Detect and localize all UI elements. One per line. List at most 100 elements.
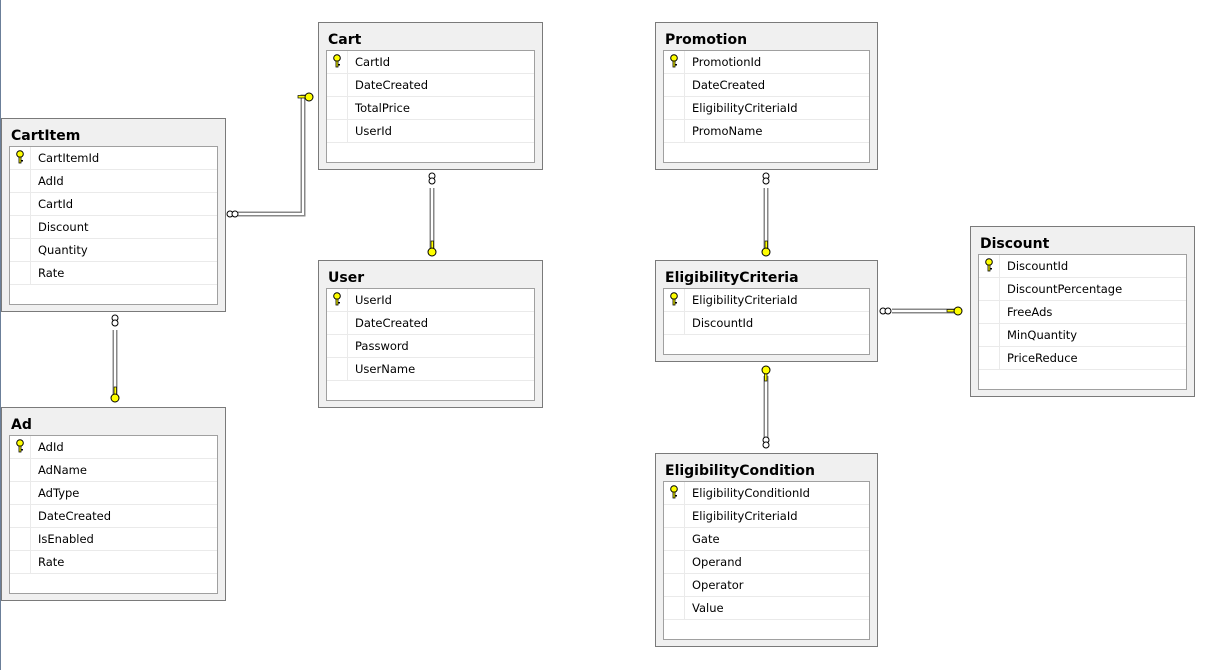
column-name: DateCreated bbox=[38, 509, 111, 523]
table-title[interactable]: EligibilityCondition bbox=[665, 463, 815, 479]
row-selector[interactable] bbox=[664, 289, 685, 311]
table-user[interactable]: User UserId DateCreated Password UserName bbox=[318, 260, 543, 408]
column-row[interactable]: AdId bbox=[10, 170, 217, 193]
row-selector[interactable] bbox=[664, 312, 685, 334]
column-row[interactable]: DiscountId bbox=[664, 312, 869, 335]
column-row[interactable]: AdType bbox=[10, 482, 217, 505]
row-selector[interactable] bbox=[10, 459, 31, 481]
row-selector[interactable] bbox=[10, 262, 31, 284]
row-selector[interactable] bbox=[664, 505, 685, 527]
column-name: Rate bbox=[38, 555, 65, 569]
row-selector[interactable] bbox=[10, 193, 31, 215]
column-row[interactable]: UserName bbox=[327, 358, 534, 381]
row-selector[interactable] bbox=[327, 335, 348, 357]
column-row[interactable]: EligibilityCriteriaId bbox=[664, 289, 869, 312]
row-selector[interactable] bbox=[327, 120, 348, 142]
table-ad[interactable]: Ad AdId AdName AdType DateCreated IsEnabled Ra… bbox=[1, 407, 226, 601]
row-selector[interactable] bbox=[10, 239, 31, 261]
table-title[interactable]: EligibilityCriteria bbox=[665, 270, 799, 286]
column-row[interactable]: PromoName bbox=[664, 120, 869, 143]
row-selector[interactable] bbox=[10, 528, 31, 550]
row-selector[interactable] bbox=[10, 505, 31, 527]
row-selector[interactable] bbox=[327, 97, 348, 119]
table-promotion[interactable]: Promotion PromotionId DateCreated Eligibili… bbox=[655, 22, 878, 170]
column-row[interactable]: Rate bbox=[10, 262, 217, 285]
table-discount[interactable]: Discount DiscountId DiscountPercentage Free… bbox=[970, 226, 1195, 397]
row-selector[interactable] bbox=[664, 74, 685, 96]
row-selector[interactable] bbox=[10, 170, 31, 192]
column-row[interactable]: EligibilityConditionId bbox=[664, 482, 869, 505]
column-row[interactable]: DateCreated bbox=[327, 312, 534, 335]
row-selector[interactable] bbox=[664, 597, 685, 619]
column-row[interactable]: CartId bbox=[327, 51, 534, 74]
column-row[interactable]: UserId bbox=[327, 120, 534, 143]
column-row[interactable]: Password bbox=[327, 335, 534, 358]
column-name: PromoName bbox=[692, 124, 763, 138]
table-title[interactable]: CartItem bbox=[11, 128, 80, 144]
column-name: CartId bbox=[355, 55, 391, 69]
column-row[interactable]: DateCreated bbox=[10, 505, 217, 528]
column-row[interactable]: CartItemId bbox=[10, 147, 217, 170]
column-row[interactable]: Operator bbox=[664, 574, 869, 597]
row-selector[interactable] bbox=[664, 574, 685, 596]
column-row[interactable]: DiscountId bbox=[979, 255, 1186, 278]
column-row[interactable]: TotalPrice bbox=[327, 97, 534, 120]
row-selector[interactable] bbox=[327, 51, 348, 73]
row-selector[interactable] bbox=[664, 97, 685, 119]
table-cart[interactable]: Cart CartId DateCreated TotalPrice UserId bbox=[318, 22, 543, 170]
table-eligibilitycondition[interactable]: EligibilityCondition EligibilityCondition… bbox=[655, 453, 878, 647]
column-row[interactable]: Operand bbox=[664, 551, 869, 574]
column-row[interactable]: DateCreated bbox=[327, 74, 534, 97]
row-selector[interactable] bbox=[327, 289, 348, 311]
column-row[interactable]: EligibilityCriteriaId bbox=[664, 97, 869, 120]
row-selector[interactable] bbox=[327, 312, 348, 334]
row-selector[interactable] bbox=[10, 482, 31, 504]
column-row[interactable]: MinQuantity bbox=[979, 324, 1186, 347]
column-row[interactable]: PromotionId bbox=[664, 51, 869, 74]
column-row[interactable]: EligibilityCriteriaId bbox=[664, 505, 869, 528]
row-selector[interactable] bbox=[327, 358, 348, 380]
column-row[interactable]: UserId bbox=[327, 289, 534, 312]
column-name: AdName bbox=[38, 463, 87, 477]
row-selector[interactable] bbox=[664, 528, 685, 550]
row-selector[interactable] bbox=[664, 51, 685, 73]
row-selector[interactable] bbox=[10, 436, 31, 458]
table-title[interactable]: Cart bbox=[328, 32, 361, 48]
row-selector[interactable] bbox=[664, 551, 685, 573]
table-title[interactable]: User bbox=[328, 270, 364, 286]
one-end-key-icon bbox=[427, 240, 437, 257]
row-selector[interactable] bbox=[979, 347, 1000, 369]
column-row[interactable]: AdId bbox=[10, 436, 217, 459]
table-eligibilitycriteria[interactable]: EligibilityCriteria EligibilityCriteriaId… bbox=[655, 260, 878, 362]
table-title[interactable]: Promotion bbox=[665, 32, 747, 48]
table-title[interactable]: Discount bbox=[980, 236, 1049, 252]
row-selector[interactable] bbox=[979, 324, 1000, 346]
column-row[interactable]: CartId bbox=[10, 193, 217, 216]
row-selector[interactable] bbox=[664, 120, 685, 142]
row-selector[interactable] bbox=[10, 147, 31, 169]
column-row[interactable]: IsEnabled bbox=[10, 528, 217, 551]
row-selector[interactable] bbox=[979, 301, 1000, 323]
column-row[interactable]: FreeAds bbox=[979, 301, 1186, 324]
row-selector[interactable] bbox=[979, 255, 1000, 277]
column-name: UserId bbox=[355, 293, 392, 307]
column-row[interactable]: PriceReduce bbox=[979, 347, 1186, 370]
column-name: EligibilityCriteriaId bbox=[692, 101, 798, 115]
column-row[interactable]: DiscountPercentage bbox=[979, 278, 1186, 301]
column-row[interactable]: Gate bbox=[664, 528, 869, 551]
column-row[interactable]: DateCreated bbox=[664, 74, 869, 97]
table-cartitem[interactable]: CartItem CartItemId AdId CartId Discount Quan… bbox=[1, 118, 226, 312]
column-row[interactable]: Rate bbox=[10, 551, 217, 574]
row-selector[interactable] bbox=[10, 551, 31, 573]
column-row[interactable]: Value bbox=[664, 597, 869, 620]
row-selector[interactable] bbox=[664, 482, 685, 504]
table-title[interactable]: Ad bbox=[11, 417, 32, 433]
column-row[interactable]: AdName bbox=[10, 459, 217, 482]
one-end-key-icon bbox=[946, 306, 963, 316]
column-row[interactable]: Quantity bbox=[10, 239, 217, 262]
row-selector[interactable] bbox=[979, 278, 1000, 300]
row-selector[interactable] bbox=[10, 216, 31, 238]
column-name: DateCreated bbox=[692, 78, 765, 92]
row-selector[interactable] bbox=[327, 74, 348, 96]
column-row[interactable]: Discount bbox=[10, 216, 217, 239]
